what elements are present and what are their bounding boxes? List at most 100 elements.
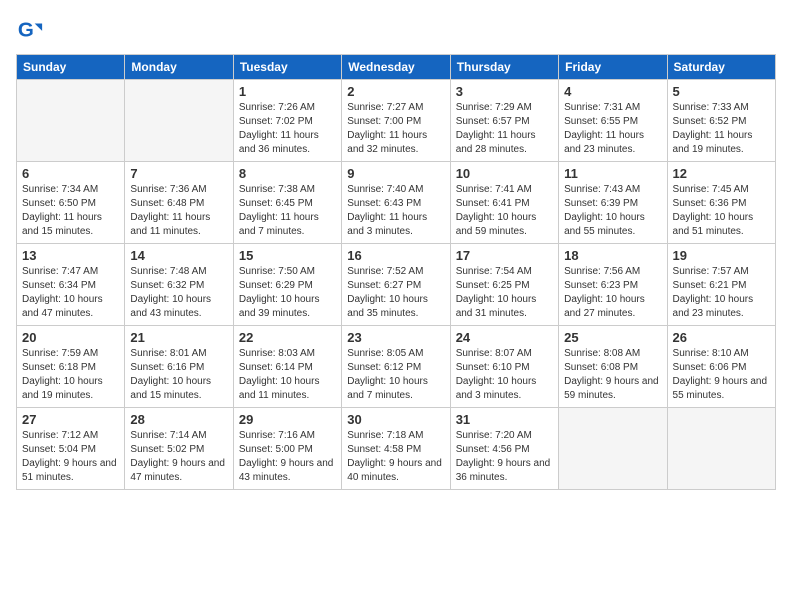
daylight-label: Daylight: 10 hours and 15 minutes.: [130, 376, 211, 401]
day-cell: [17, 80, 125, 162]
daylight-label: Daylight: 10 hours and 23 minutes.: [673, 294, 754, 319]
sunset-label: Sunset: 4:56 PM: [456, 444, 530, 455]
daylight-label: Daylight: 10 hours and 11 minutes.: [239, 376, 320, 401]
daylight-label: Daylight: 11 hours and 36 minutes.: [239, 130, 319, 155]
header-day-thursday: Thursday: [450, 55, 558, 80]
day-cell: 20 Sunrise: 7:59 AM Sunset: 6:18 PM Dayl…: [17, 326, 125, 408]
day-number: 18: [564, 248, 661, 263]
day-number: 12: [673, 166, 770, 181]
day-info: Sunrise: 7:59 AM Sunset: 6:18 PM Dayligh…: [22, 347, 119, 403]
day-number: 11: [564, 166, 661, 181]
header-day-sunday: Sunday: [17, 55, 125, 80]
day-cell: 12 Sunrise: 7:45 AM Sunset: 6:36 PM Dayl…: [667, 162, 775, 244]
daylight-label: Daylight: 11 hours and 23 minutes.: [564, 130, 644, 155]
sunrise-label: Sunrise: 7:50 AM: [239, 266, 315, 277]
sunset-label: Sunset: 6:06 PM: [673, 362, 747, 373]
day-cell: 13 Sunrise: 7:47 AM Sunset: 6:34 PM Dayl…: [17, 244, 125, 326]
day-info: Sunrise: 7:33 AM Sunset: 6:52 PM Dayligh…: [673, 101, 770, 157]
sunset-label: Sunset: 6:36 PM: [673, 198, 747, 209]
page-header: G: [16, 16, 776, 44]
day-info: Sunrise: 7:26 AM Sunset: 7:02 PM Dayligh…: [239, 101, 336, 157]
daylight-label: Daylight: 10 hours and 43 minutes.: [130, 294, 211, 319]
sunrise-label: Sunrise: 8:01 AM: [130, 348, 206, 359]
sunset-label: Sunset: 5:04 PM: [22, 444, 96, 455]
day-number: 23: [347, 330, 444, 345]
sunset-label: Sunset: 6:55 PM: [564, 116, 638, 127]
day-number: 30: [347, 412, 444, 427]
day-number: 21: [130, 330, 227, 345]
day-cell: 28 Sunrise: 7:14 AM Sunset: 5:02 PM Dayl…: [125, 408, 233, 490]
day-number: 4: [564, 84, 661, 99]
day-number: 19: [673, 248, 770, 263]
day-cell: [125, 80, 233, 162]
sunrise-label: Sunrise: 7:12 AM: [22, 430, 98, 441]
daylight-label: Daylight: 11 hours and 19 minutes.: [673, 130, 753, 155]
sunrise-label: Sunrise: 7:38 AM: [239, 184, 315, 195]
sunrise-label: Sunrise: 7:26 AM: [239, 102, 315, 113]
day-cell: 3 Sunrise: 7:29 AM Sunset: 6:57 PM Dayli…: [450, 80, 558, 162]
daylight-label: Daylight: 10 hours and 47 minutes.: [22, 294, 103, 319]
sunrise-label: Sunrise: 7:45 AM: [673, 184, 749, 195]
day-number: 13: [22, 248, 119, 263]
sunset-label: Sunset: 6:34 PM: [22, 280, 96, 291]
sunset-label: Sunset: 6:14 PM: [239, 362, 313, 373]
day-number: 25: [564, 330, 661, 345]
calendar-table: SundayMondayTuesdayWednesdayThursdayFrid…: [16, 54, 776, 490]
day-cell: 10 Sunrise: 7:41 AM Sunset: 6:41 PM Dayl…: [450, 162, 558, 244]
sunrise-label: Sunrise: 8:08 AM: [564, 348, 640, 359]
week-row-3: 13 Sunrise: 7:47 AM Sunset: 6:34 PM Dayl…: [17, 244, 776, 326]
day-info: Sunrise: 8:03 AM Sunset: 6:14 PM Dayligh…: [239, 347, 336, 403]
daylight-label: Daylight: 10 hours and 7 minutes.: [347, 376, 428, 401]
svg-text:G: G: [18, 19, 34, 42]
daylight-label: Daylight: 9 hours and 55 minutes.: [673, 376, 768, 401]
daylight-label: Daylight: 10 hours and 3 minutes.: [456, 376, 537, 401]
day-info: Sunrise: 7:14 AM Sunset: 5:02 PM Dayligh…: [130, 429, 227, 485]
sunrise-label: Sunrise: 7:52 AM: [347, 266, 423, 277]
daylight-label: Daylight: 11 hours and 15 minutes.: [22, 212, 102, 237]
sunset-label: Sunset: 6:32 PM: [130, 280, 204, 291]
sunset-label: Sunset: 6:21 PM: [673, 280, 747, 291]
daylight-label: Daylight: 10 hours and 55 minutes.: [564, 212, 645, 237]
sunset-label: Sunset: 6:45 PM: [239, 198, 313, 209]
day-info: Sunrise: 7:48 AM Sunset: 6:32 PM Dayligh…: [130, 265, 227, 321]
header-row: SundayMondayTuesdayWednesdayThursdayFrid…: [17, 55, 776, 80]
logo-icon: G: [16, 16, 44, 44]
day-info: Sunrise: 7:29 AM Sunset: 6:57 PM Dayligh…: [456, 101, 553, 157]
day-cell: 11 Sunrise: 7:43 AM Sunset: 6:39 PM Dayl…: [559, 162, 667, 244]
day-number: 31: [456, 412, 553, 427]
header-day-friday: Friday: [559, 55, 667, 80]
header-day-monday: Monday: [125, 55, 233, 80]
sunrise-label: Sunrise: 8:05 AM: [347, 348, 423, 359]
daylight-label: Daylight: 11 hours and 7 minutes.: [239, 212, 319, 237]
day-number: 14: [130, 248, 227, 263]
sunrise-label: Sunrise: 8:03 AM: [239, 348, 315, 359]
day-info: Sunrise: 7:54 AM Sunset: 6:25 PM Dayligh…: [456, 265, 553, 321]
daylight-label: Daylight: 10 hours and 27 minutes.: [564, 294, 645, 319]
day-info: Sunrise: 7:20 AM Sunset: 4:56 PM Dayligh…: [456, 429, 553, 485]
daylight-label: Daylight: 9 hours and 51 minutes.: [22, 458, 117, 483]
daylight-label: Daylight: 10 hours and 59 minutes.: [456, 212, 537, 237]
day-number: 26: [673, 330, 770, 345]
day-info: Sunrise: 7:36 AM Sunset: 6:48 PM Dayligh…: [130, 183, 227, 239]
day-info: Sunrise: 7:31 AM Sunset: 6:55 PM Dayligh…: [564, 101, 661, 157]
day-cell: 31 Sunrise: 7:20 AM Sunset: 4:56 PM Dayl…: [450, 408, 558, 490]
sunrise-label: Sunrise: 7:54 AM: [456, 266, 532, 277]
sunrise-label: Sunrise: 7:41 AM: [456, 184, 532, 195]
day-cell: 5 Sunrise: 7:33 AM Sunset: 6:52 PM Dayli…: [667, 80, 775, 162]
day-number: 17: [456, 248, 553, 263]
day-number: 2: [347, 84, 444, 99]
sunrise-label: Sunrise: 7:48 AM: [130, 266, 206, 277]
sunrise-label: Sunrise: 7:36 AM: [130, 184, 206, 195]
day-number: 27: [22, 412, 119, 427]
week-row-5: 27 Sunrise: 7:12 AM Sunset: 5:04 PM Dayl…: [17, 408, 776, 490]
day-cell: 19 Sunrise: 7:57 AM Sunset: 6:21 PM Dayl…: [667, 244, 775, 326]
day-cell: 30 Sunrise: 7:18 AM Sunset: 4:58 PM Dayl…: [342, 408, 450, 490]
day-number: 22: [239, 330, 336, 345]
daylight-label: Daylight: 11 hours and 32 minutes.: [347, 130, 427, 155]
sunrise-label: Sunrise: 7:59 AM: [22, 348, 98, 359]
day-cell: 8 Sunrise: 7:38 AM Sunset: 6:45 PM Dayli…: [233, 162, 341, 244]
day-number: 8: [239, 166, 336, 181]
day-number: 1: [239, 84, 336, 99]
day-cell: 14 Sunrise: 7:48 AM Sunset: 6:32 PM Dayl…: [125, 244, 233, 326]
daylight-label: Daylight: 9 hours and 43 minutes.: [239, 458, 334, 483]
